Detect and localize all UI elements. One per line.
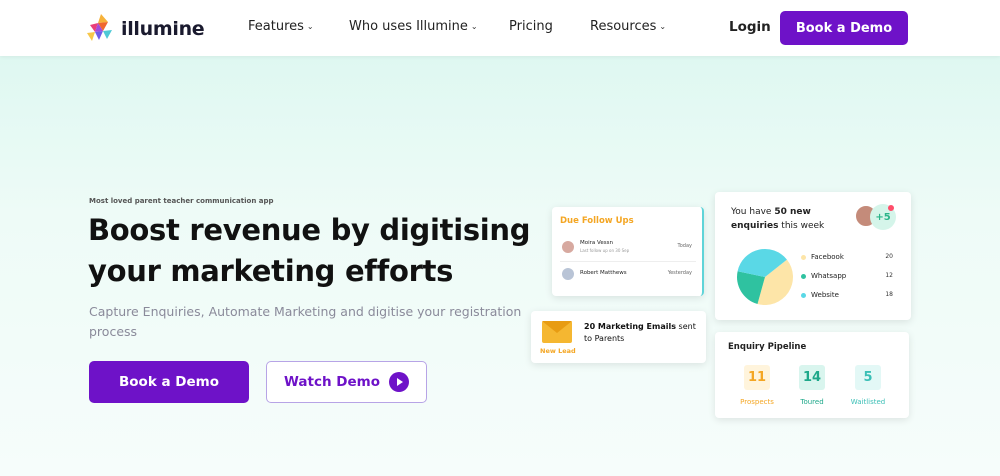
waitlisted-count: 5 [855, 365, 881, 390]
pipeline-title: Enquiry Pipeline [728, 342, 807, 352]
enquiries-card: You have 50 new enquiries this week +5 F… [715, 192, 911, 320]
prospects-count: 11 [744, 365, 770, 390]
play-icon [389, 372, 409, 392]
nav-features[interactable]: Features ⌄ [248, 19, 314, 34]
nav-pricing-label: Pricing [509, 19, 553, 34]
top-nav-bar: illumine Features ⌄ Who uses Illumine ⌄ … [0, 0, 1000, 56]
contact-name: Moira Vessn [580, 240, 613, 246]
avatar [562, 268, 574, 280]
legend-whatsapp: Whatsapp 12 [801, 272, 893, 280]
watch-demo-button[interactable]: Watch Demo [266, 361, 427, 403]
legend-facebook: Facebook 20 [801, 253, 893, 261]
enquiries-pie-chart [737, 249, 793, 305]
nav-who-uses-illumine[interactable]: Who uses Illumine ⌄ [349, 19, 478, 34]
follow-ups-title: Due Follow Ups [560, 216, 634, 226]
book-demo-button[interactable]: Book a Demo [89, 361, 249, 403]
divider [560, 261, 696, 262]
nav-resources[interactable]: Resources ⌄ [590, 19, 666, 34]
chevron-down-icon: ⌄ [659, 22, 667, 31]
list-item: Moira Vessn Last follow up on 30 Sep Tod… [560, 239, 696, 259]
hero-title: Boost revenue by digitising your marketi… [88, 213, 531, 288]
hero-subtitle: Capture Enquiries, Automate Marketing an… [89, 304, 522, 339]
legend-value: 20 [885, 253, 893, 260]
avatar [562, 241, 574, 253]
new-lead-badge: New Lead [540, 347, 576, 355]
legend-dot-icon [801, 254, 806, 260]
watch-demo-label: Watch Demo [284, 374, 380, 390]
contact-name: Robert Matthews [580, 270, 627, 276]
envelope-icon [542, 321, 572, 343]
follow-ups-card: Due Follow Ups Moira Vessn Last follow u… [552, 207, 704, 296]
legend-value: 18 [885, 291, 893, 298]
legend-dot-icon [801, 292, 806, 298]
book-demo-header-button[interactable]: Book a Demo [780, 11, 908, 45]
brand-logo[interactable]: illumine [86, 13, 205, 45]
contact-when: Today [677, 243, 692, 249]
nav-pricing[interactable]: Pricing [509, 19, 553, 34]
legend-label: Website [811, 291, 839, 299]
notification-dot-icon [888, 205, 894, 211]
legend-dot-icon [801, 273, 806, 279]
nav-who-uses-label: Who uses Illumine [349, 19, 468, 34]
enquiries-summary: You have 50 new enquiries this week [731, 205, 851, 233]
prospects-label: Prospects [740, 398, 774, 406]
chevron-down-icon: ⌄ [470, 22, 478, 31]
legend-label: Whatsapp [811, 272, 847, 280]
legend-value: 12 [885, 272, 893, 279]
nav-resources-label: Resources [590, 19, 657, 34]
login-link[interactable]: Login [729, 19, 771, 35]
enquiries-suffix: this week [778, 221, 825, 231]
toured-count: 14 [799, 365, 825, 390]
legend-website: Website 18 [801, 291, 893, 299]
contact-when: Yesterday [667, 270, 692, 276]
marketing-emails-card: New Lead 20 Marketing Emails sent to Par… [531, 311, 706, 363]
illumine-logo-icon [87, 14, 112, 41]
chevron-down-icon: ⌄ [306, 22, 314, 31]
toured-label: Toured [800, 398, 824, 406]
marketing-emails-count: 20 Marketing Emails [584, 322, 676, 331]
hero-eyebrow: Most loved parent teacher communication … [89, 197, 274, 205]
brand-name: illumine [121, 18, 205, 40]
waitlisted-label: Waitlisted [850, 398, 886, 406]
enquiry-pipeline-card: Enquiry Pipeline 11 Prospects 14 Toured … [715, 332, 909, 418]
marketing-emails-text: 20 Marketing Emails sent to Parents [584, 321, 702, 345]
nav-features-label: Features [248, 19, 304, 34]
list-item: Robert Matthews Yesterday [560, 266, 696, 286]
contact-note: Last follow up on 30 Sep [580, 248, 630, 253]
legend-label: Facebook [811, 253, 844, 261]
enquiries-prefix: You have [731, 207, 775, 217]
